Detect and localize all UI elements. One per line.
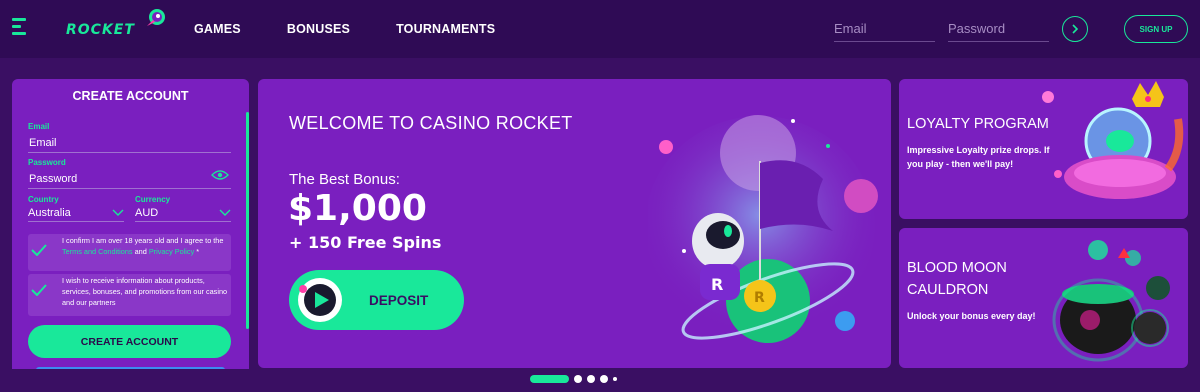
email-field-group: Email bbox=[28, 122, 231, 153]
chevron-down-icon bbox=[112, 209, 124, 216]
cauldron-title: BLOOD MOON CAULDRON bbox=[907, 260, 1007, 298]
panel-title: CREATE ACCOUNT bbox=[72, 89, 189, 103]
chevron-right-icon bbox=[1072, 24, 1079, 34]
loyalty-text: Impressive Loyalty prize drops. If you p… bbox=[907, 145, 1050, 169]
astronaut-icon bbox=[298, 278, 342, 322]
header-email-input[interactable] bbox=[834, 16, 935, 42]
age-text: I confirm I am over 18 years old and I a… bbox=[62, 236, 224, 245]
hero-subtitle: The Best Bonus: bbox=[289, 171, 400, 188]
svg-text:R: R bbox=[711, 275, 723, 294]
create-account-panel: CREATE ACCOUNT Email Password Country Au… bbox=[12, 79, 249, 369]
age-terms-text: I confirm I am over 18 years old and I a… bbox=[50, 234, 231, 259]
currency-field-group: Currency AUD bbox=[135, 195, 231, 222]
carousel-pagination bbox=[530, 375, 622, 383]
currency-value: AUD bbox=[135, 206, 159, 219]
cauldron-illustration bbox=[1052, 240, 1170, 362]
age-terms-checkbox-row[interactable]: I confirm I am over 18 years old and I a… bbox=[28, 234, 231, 271]
country-field-group: Country Australia bbox=[28, 195, 124, 222]
carousel-dot-1[interactable] bbox=[530, 375, 569, 383]
check-icon bbox=[31, 284, 47, 296]
and-text: and bbox=[132, 247, 149, 256]
rocket-logo-icon bbox=[147, 9, 165, 26]
sign-up-button[interactable]: SIGN UP bbox=[1124, 15, 1188, 43]
menu-icon[interactable] bbox=[12, 18, 26, 38]
country-label: Country bbox=[28, 195, 59, 204]
carousel-dot-2[interactable] bbox=[574, 375, 582, 383]
header-password-input[interactable] bbox=[948, 16, 1049, 42]
blood-moon-cauldron-card[interactable]: BLOOD MOON CAULDRON Unlock your bonus ev… bbox=[899, 228, 1188, 368]
carousel-dot-5[interactable] bbox=[613, 377, 617, 381]
rocket-logo[interactable]: ROCKET bbox=[66, 9, 165, 42]
login-submit-button[interactable] bbox=[1062, 16, 1088, 42]
nav-bonuses[interactable]: BONUSES bbox=[287, 22, 350, 36]
main-nav: GAMES BONUSES TOURNAMENTS bbox=[194, 22, 541, 36]
password-field-group: Password bbox=[28, 158, 231, 189]
privacy-link[interactable]: Privacy Policy bbox=[149, 247, 194, 256]
ufo-crown-illustration bbox=[1042, 81, 1184, 199]
currency-select[interactable]: AUD bbox=[135, 204, 231, 222]
deposit-label: DEPOSIT bbox=[369, 292, 429, 308]
loyalty-program-card[interactable]: LOYALTY PROGRAM Impressive Loyalty prize… bbox=[899, 79, 1188, 219]
hero-banner: WELCOME TO CASINO ROCKET The Best Bonus:… bbox=[258, 79, 891, 368]
currency-label: Currency bbox=[135, 195, 171, 204]
hero-title: WELCOME TO CASINO ROCKET bbox=[289, 113, 573, 133]
marketing-checkbox[interactable] bbox=[28, 274, 50, 296]
nav-tournaments[interactable]: TOURNAMENTS bbox=[396, 22, 495, 36]
terms-link[interactable]: Terms and Conditions bbox=[62, 247, 133, 256]
password-label: Password bbox=[28, 158, 66, 167]
carousel-dot-4[interactable] bbox=[600, 375, 608, 383]
svg-text:R: R bbox=[754, 290, 765, 306]
logo-text: ROCKET bbox=[66, 22, 135, 38]
eye-icon[interactable] bbox=[211, 169, 229, 181]
password-field[interactable] bbox=[28, 170, 231, 189]
email-field[interactable] bbox=[28, 134, 231, 153]
chevron-down-icon bbox=[219, 209, 231, 216]
cauldron-text: Unlock your bonus every day! bbox=[907, 311, 1036, 321]
required-mark: * bbox=[194, 247, 200, 256]
create-account-button[interactable]: CREATE ACCOUNT bbox=[28, 325, 231, 358]
panel-scrollbar[interactable] bbox=[246, 112, 249, 329]
email-label: Email bbox=[28, 122, 50, 131]
country-value: Australia bbox=[28, 206, 71, 219]
marketing-text: I wish to receive information about prod… bbox=[62, 276, 228, 307]
deposit-button[interactable]: DEPOSIT bbox=[289, 270, 464, 330]
marketing-checkbox-row[interactable]: I wish to receive information about prod… bbox=[28, 274, 231, 316]
free-spins: + 150 Free Spins bbox=[289, 233, 442, 252]
check-icon bbox=[31, 244, 47, 256]
carousel-dot-3[interactable] bbox=[587, 375, 595, 383]
loyalty-title: LOYALTY PROGRAM bbox=[907, 116, 1049, 132]
secondary-button-edge[interactable] bbox=[36, 367, 225, 369]
age-checkbox[interactable] bbox=[28, 234, 50, 256]
astronaut-illustration: R R bbox=[648, 115, 878, 343]
nav-games[interactable]: GAMES bbox=[194, 22, 241, 36]
bonus-amount: $1,000 bbox=[288, 188, 427, 229]
country-select[interactable]: Australia bbox=[28, 204, 124, 222]
top-header: ROCKET GAMES BONUSES TOURNAMENTS SIGN UP bbox=[0, 0, 1200, 58]
